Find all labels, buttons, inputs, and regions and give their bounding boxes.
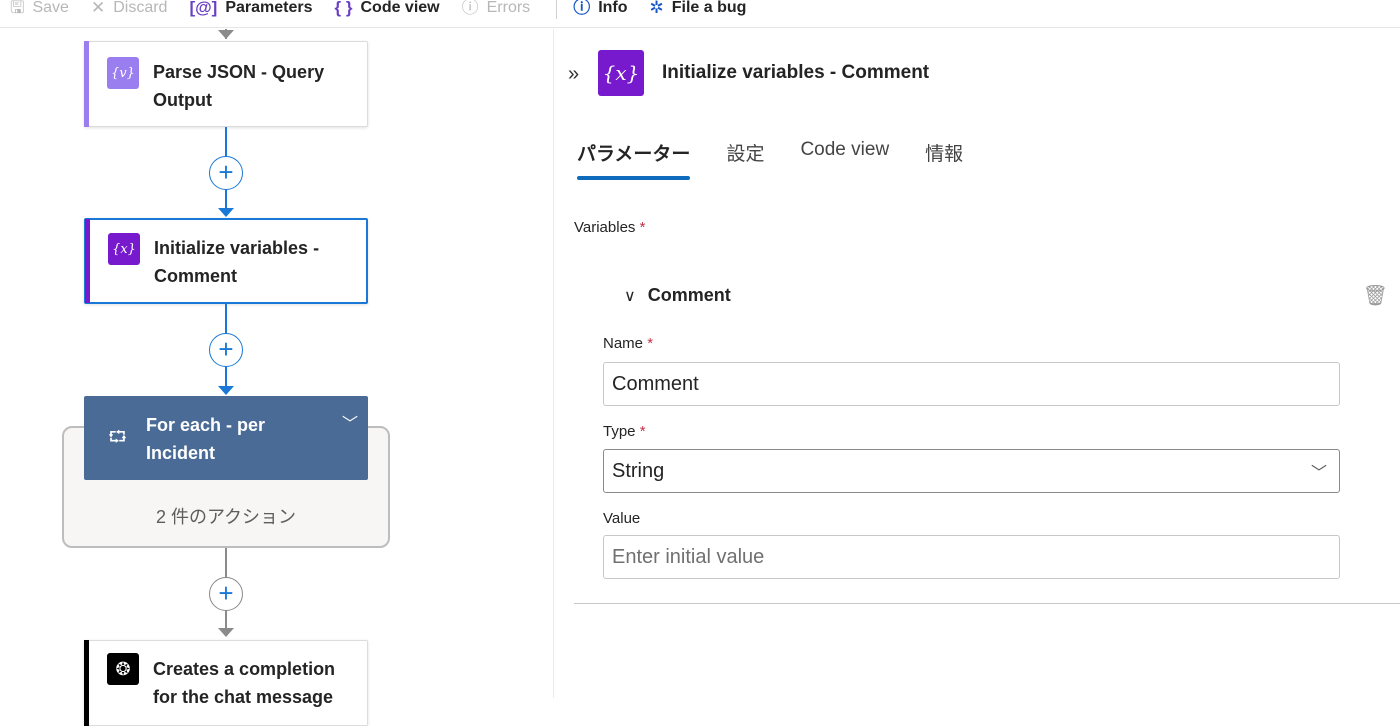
action-title: For each - per Incident (146, 415, 266, 463)
arrow-down-icon (218, 208, 234, 217)
value-input[interactable] (612, 545, 1331, 569)
name-field[interactable] (603, 362, 1340, 406)
toolbar-separator (556, 0, 558, 19)
tab-code-view[interactable]: Code view (782, 139, 907, 180)
variable-section-title: Comment (647, 285, 731, 305)
workflow-canvas (0, 29, 553, 698)
collapse-panel-icon[interactable]: » (568, 63, 579, 86)
action-title: Initialize variables - Comment (154, 238, 320, 286)
action-card-foreach[interactable]: ⮔ For each - per Incident ﹀ (84, 396, 368, 480)
type-label: Type * (603, 423, 646, 440)
value-label: Value (603, 510, 641, 527)
save-icon: 🖫 (10, 0, 25, 17)
info-button[interactable]: ⓘ Info (573, 0, 627, 17)
code-braces-icon: { } (334, 0, 353, 17)
action-title: Parse JSON - Query Output (153, 62, 325, 110)
name-input[interactable] (612, 372, 1331, 396)
required-mark: * (639, 423, 646, 440)
tab-info[interactable]: 情報 (907, 139, 981, 180)
panel-title: Initialize variables - Comment (662, 62, 930, 83)
info-icon: ⓘ (573, 0, 591, 17)
tab-parameters[interactable]: パラメーター (577, 139, 708, 180)
name-label: Name * (603, 335, 654, 352)
file-bug-button[interactable]: ✲ File a bug (650, 0, 747, 17)
arrow-down-icon (218, 628, 234, 637)
arrow-down-icon (218, 30, 234, 39)
variable-icon: {x} (598, 50, 644, 96)
section-divider (574, 603, 1400, 604)
card-accent (84, 640, 89, 726)
required-mark: * (639, 219, 646, 236)
code-view-button[interactable]: { } Code view (335, 0, 440, 17)
panel-tabs: パラメーター 設定 Code view 情報 (577, 139, 981, 180)
required-mark: * (647, 335, 654, 352)
card-accent (84, 41, 89, 127)
variable-icon: {x} (108, 233, 140, 265)
action-card-chat-completion[interactable]: ❂ Creates a completion for the chat mess… (84, 640, 368, 726)
bug-icon: ✲ (649, 0, 664, 17)
value-field[interactable] (603, 535, 1340, 579)
designer-toolbar: 🖫 Save ✕ Discard [@] Parameters { } Code… (0, 0, 1400, 28)
discard-button[interactable]: ✕ Discard (91, 0, 167, 17)
action-details-panel: » {x} Initialize variables - Comment パラメ… (554, 29, 1400, 698)
save-button[interactable]: 🖫 Save (10, 0, 69, 17)
parse-json-icon: {v} (107, 57, 139, 89)
errors-button[interactable]: ⓘ Errors (462, 0, 531, 17)
arrow-down-icon (218, 386, 234, 395)
parameters-icon: [@] (189, 0, 218, 17)
action-card-initialize-variables[interactable]: {x} Initialize variables - Comment (84, 218, 368, 304)
tab-settings[interactable]: 設定 (708, 139, 782, 180)
openai-icon: ❂ (107, 653, 139, 685)
loop-icon: ⮔ (108, 429, 127, 446)
add-action-button[interactable]: + (209, 577, 243, 611)
variable-section-toggle[interactable]: ∨ Comment (624, 285, 731, 306)
chevron-down-icon[interactable]: ﹀ (342, 410, 358, 434)
chevron-down-icon: ∨ (624, 287, 636, 305)
chevron-down-icon: ﹀ (1310, 465, 1327, 482)
type-selected-value: String (612, 459, 665, 482)
variables-label: Variables * (574, 219, 646, 236)
delete-icon[interactable]: 🗑 (1363, 283, 1388, 308)
parameters-button[interactable]: [@] Parameters (189, 0, 312, 17)
foreach-action-count[interactable]: 2 件のアクション (62, 503, 390, 529)
action-title: Creates a completion for the chat messag… (153, 659, 336, 707)
type-dropdown[interactable]: String ﹀ (603, 449, 1340, 493)
card-accent (85, 219, 90, 303)
close-icon: ✕ (90, 0, 106, 17)
add-action-button[interactable]: + (209, 156, 243, 190)
action-card-parse-json[interactable]: {v} Parse JSON - Query Output (84, 41, 368, 127)
add-action-button[interactable]: + (209, 333, 243, 367)
error-circle-icon: ⓘ (461, 0, 479, 17)
